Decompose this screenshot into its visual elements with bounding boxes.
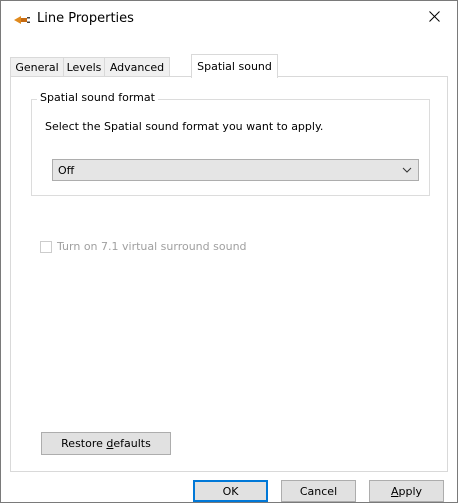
speaker-plug-icon — [13, 14, 31, 26]
virtual-surround-label: Turn on 7.1 virtual surround sound — [57, 240, 247, 253]
restore-label-post: efaults — [113, 437, 151, 450]
cancel-button[interactable]: Cancel — [281, 480, 356, 502]
close-button[interactable] — [411, 1, 457, 35]
tab-advanced[interactable]: Advanced — [104, 57, 170, 76]
restore-accel-key: d — [106, 437, 114, 450]
groupbox-label: Spatial sound format — [37, 91, 158, 104]
spatial-sound-groupbox — [31, 99, 430, 196]
tab-spatial-sound[interactable]: Spatial sound — [191, 54, 278, 78]
chevron-down-icon — [402, 165, 412, 175]
apply-accel-key: A — [390, 484, 399, 498]
apply-button[interactable]: Apply — [369, 480, 444, 502]
cancel-label: Cancel — [299, 484, 338, 498]
tab-levels[interactable]: Levels — [63, 57, 105, 76]
dropdown-value: Off — [58, 164, 75, 177]
restore-defaults-button[interactable]: Restore d efaults — [41, 432, 171, 455]
virtual-surround-checkbox[interactable] — [40, 241, 52, 253]
spatial-description: Select the Spatial sound format you want… — [45, 120, 324, 133]
ok-button[interactable]: OK — [193, 480, 268, 502]
ok-label: OK — [222, 484, 239, 498]
close-icon — [428, 11, 440, 25]
tab-general[interactable]: General — [10, 57, 64, 76]
spatial-format-dropdown[interactable]: Off — [52, 159, 419, 181]
restore-label-pre: Restore — [61, 437, 107, 450]
window-title: Line Properties — [37, 11, 134, 26]
apply-label-post: pply — [398, 484, 423, 498]
line-properties-dialog: Line Properties General Levels Advanced … — [0, 0, 458, 503]
title-bar[interactable]: Line Properties — [1, 1, 457, 39]
